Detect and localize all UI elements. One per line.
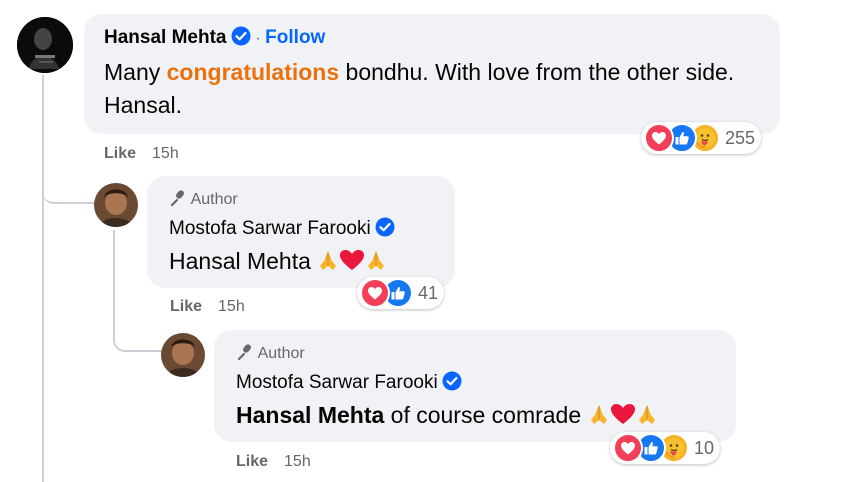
folded-hands-icon <box>317 247 339 280</box>
avatar[interactable] <box>17 17 73 73</box>
reply-thread-connector <box>113 300 163 352</box>
comment-timestamp[interactable]: 15h <box>152 145 179 162</box>
microphone-icon <box>237 344 251 361</box>
mention-link[interactable]: Hansal Mehta <box>236 402 384 428</box>
comment-header: Hansal Mehta · Follow <box>104 26 325 51</box>
author-badge: Author <box>236 343 305 363</box>
mention-link[interactable]: Hansal Mehta <box>169 248 311 274</box>
reply-actions: Like 15h <box>170 298 245 316</box>
reply-timestamp[interactable]: 15h <box>218 298 245 315</box>
highlighted-word: congratulations <box>166 59 340 85</box>
avatar-image <box>17 17 73 73</box>
reply-header: Mostofa Sarwar Farooki <box>236 371 462 396</box>
reply-avatar[interactable] <box>94 183 138 227</box>
folded-hands-icon <box>636 401 658 434</box>
microphone-icon <box>170 190 184 207</box>
reply-timestamp[interactable]: 15h <box>284 453 311 470</box>
reply-bubble: Author Mostofa Sarwar Farooki Hansal Meh… <box>147 176 455 288</box>
reply-avatar-image <box>94 183 138 227</box>
reply-reactions-summary[interactable]: 10 <box>610 432 721 464</box>
reply-avatar[interactable] <box>161 333 205 377</box>
follow-button[interactable]: Follow <box>265 27 325 48</box>
reply-reactions-summary[interactable]: 41 <box>357 277 445 309</box>
thread-connector <box>42 150 94 204</box>
verified-badge-icon <box>375 217 395 242</box>
reaction-count: 255 <box>725 127 756 148</box>
comment-author-name[interactable]: Hansal Mehta <box>104 27 226 48</box>
love-icon <box>360 278 390 308</box>
reply-author-name[interactable]: Mostofa Sarwar Farooki <box>169 218 371 239</box>
love-icon <box>613 433 643 463</box>
like-button[interactable]: Like <box>170 298 202 315</box>
comment-bubble: Hansal Mehta · Follow Many congratulatio… <box>84 14 780 134</box>
reply-avatar-image <box>161 333 205 377</box>
reaction-count: 41 <box>418 282 439 303</box>
comment-text-part: Many <box>104 59 167 85</box>
author-badge: Author <box>169 189 238 209</box>
red-heart-icon <box>339 247 365 280</box>
comment-text: Many congratulations bondhu. With love f… <box>104 56 764 122</box>
separator-dot: · <box>255 30 261 47</box>
reply-text-part: of course comrade <box>384 402 588 428</box>
author-badge-label: Author <box>190 191 238 208</box>
reply-text: Hansal Mehta of course comrade <box>236 399 658 434</box>
verified-badge-icon <box>442 371 462 396</box>
reaction-count: 10 <box>694 437 715 458</box>
comment-actions: Like 15h <box>104 145 179 163</box>
like-button[interactable]: Like <box>104 145 136 162</box>
folded-hands-icon <box>365 247 387 280</box>
reply-actions: Like 15h <box>236 453 311 471</box>
red-heart-icon <box>610 401 636 434</box>
reply-bubble: Author Mostofa Sarwar Farooki Hansal Meh… <box>214 330 736 442</box>
folded-hands-icon <box>588 401 610 434</box>
like-button[interactable]: Like <box>236 453 268 470</box>
reactions-summary[interactable]: 255 <box>641 122 762 154</box>
reply-header: Mostofa Sarwar Farooki <box>169 217 395 242</box>
verified-badge-icon <box>231 26 251 51</box>
love-icon <box>644 123 674 153</box>
reply-author-name[interactable]: Mostofa Sarwar Farooki <box>236 372 438 393</box>
author-badge-label: Author <box>257 345 305 362</box>
thread-line <box>42 75 44 482</box>
reply-text: Hansal Mehta <box>169 245 387 280</box>
